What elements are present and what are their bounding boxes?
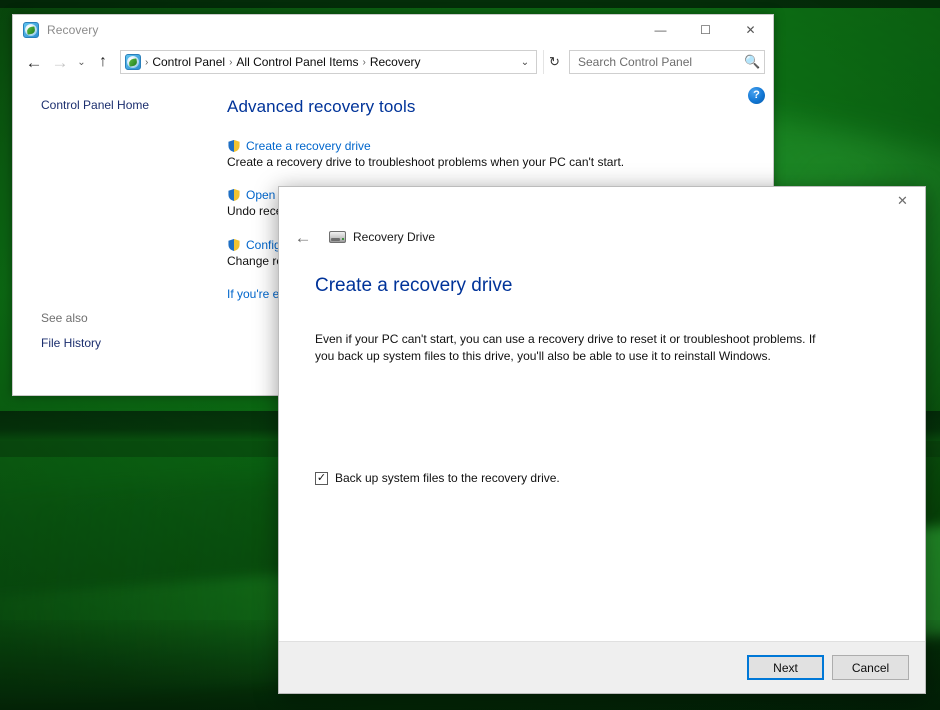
sidebar: Control Panel Home See also File History bbox=[13, 79, 227, 395]
address-chevron-down-icon[interactable]: ⌄ bbox=[516, 51, 534, 73]
dialog-footer: Next Cancel bbox=[279, 641, 925, 693]
control-panel-titlebar: Recovery — ☐ ✕ bbox=[13, 15, 773, 45]
search-box[interactable]: 🔍 bbox=[569, 50, 765, 74]
search-icon[interactable]: 🔍 bbox=[744, 54, 760, 70]
backup-system-files-label: Back up system files to the recovery dri… bbox=[335, 471, 560, 487]
next-button[interactable]: Next bbox=[747, 655, 824, 680]
breadcrumb-item-recovery[interactable]: Recovery bbox=[367, 55, 424, 69]
sidebar-item-control-panel-home[interactable]: Control Panel Home bbox=[41, 97, 215, 114]
sidebar-item-file-history[interactable]: File History bbox=[41, 335, 101, 352]
breadcrumb-item-all-control-panel-items[interactable]: All Control Panel Items bbox=[233, 55, 361, 69]
dialog-header: ← Recovery Drive bbox=[279, 215, 925, 249]
uac-shield-icon bbox=[227, 139, 241, 153]
window-controls: — ☐ ✕ bbox=[638, 15, 773, 45]
dialog-content: Create a recovery drive Even if your PC … bbox=[279, 249, 925, 641]
dialog-app-title: Recovery Drive bbox=[353, 230, 435, 244]
recent-locations-chevron-down-icon[interactable]: ⌄ bbox=[73, 49, 90, 75]
back-button[interactable]: ← bbox=[21, 49, 47, 75]
cancel-button[interactable]: Cancel bbox=[832, 655, 909, 680]
breadcrumb-item-control-panel[interactable]: Control Panel bbox=[149, 55, 228, 69]
close-button[interactable]: ✕ bbox=[728, 15, 773, 45]
dialog-body-text: Even if your PC can't start, you can use… bbox=[315, 331, 823, 366]
help-button[interactable]: ? bbox=[748, 87, 765, 104]
link-create-a-recovery-drive[interactable]: Create a recovery drive bbox=[246, 139, 371, 153]
control-panel-icon bbox=[125, 54, 141, 70]
see-also-section: See also File History bbox=[41, 311, 101, 358]
navigation-toolbar: ← → ⌄ ↑ › Control Panel › All Control Pa… bbox=[13, 45, 773, 79]
minimize-button[interactable]: — bbox=[638, 15, 683, 45]
task-description: Create a recovery drive to troubleshoot … bbox=[227, 154, 755, 171]
control-panel-recovery-icon bbox=[23, 22, 39, 38]
backup-system-files-checkbox-row[interactable]: ✓ Back up system files to the recovery d… bbox=[315, 471, 889, 487]
backup-system-files-checkbox[interactable]: ✓ bbox=[315, 472, 328, 485]
dialog-back-button[interactable]: ← bbox=[291, 225, 315, 249]
see-also-label: See also bbox=[41, 311, 101, 325]
dialog-heading: Create a recovery drive bbox=[315, 275, 889, 297]
page-title: Advanced recovery tools bbox=[227, 97, 755, 117]
recovery-drive-icon bbox=[329, 231, 346, 243]
up-button[interactable]: ↑ bbox=[90, 49, 116, 75]
uac-shield-icon bbox=[227, 188, 241, 202]
forward-button: → bbox=[47, 49, 73, 75]
uac-shield-icon bbox=[227, 238, 241, 252]
recovery-drive-dialog: ✕ ← Recovery Drive Create a recovery dri… bbox=[278, 186, 926, 694]
dialog-titlebar: ✕ bbox=[279, 187, 925, 215]
task-create-recovery-drive: Create a recovery drive Create a recover… bbox=[227, 139, 755, 171]
dialog-close-icon[interactable]: ✕ bbox=[880, 187, 925, 215]
refresh-icon[interactable]: ↻ bbox=[543, 50, 565, 74]
maximize-button[interactable]: ☐ bbox=[683, 15, 728, 45]
address-bar[interactable]: › Control Panel › All Control Panel Item… bbox=[120, 50, 537, 74]
window-title: Recovery bbox=[47, 23, 98, 37]
search-input[interactable] bbox=[578, 55, 744, 69]
